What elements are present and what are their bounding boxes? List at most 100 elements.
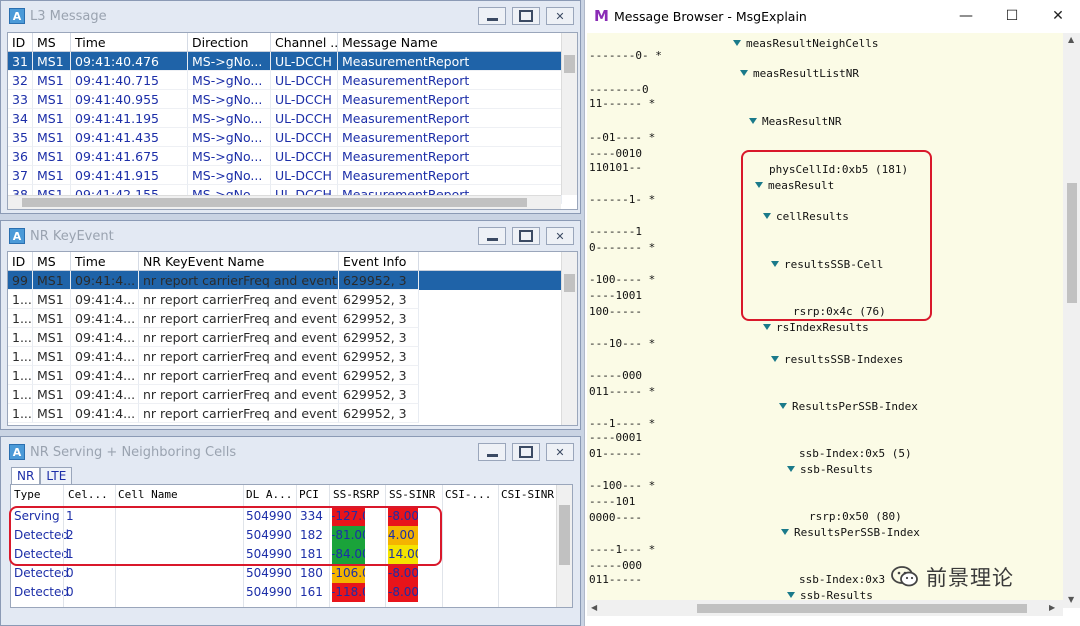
table-row[interactable]: 35 MS1 09:41:41.435 MS->gNo... UL-DCCH Measur…: [8, 128, 577, 147]
table-row[interactable]: 34 MS1 09:41:41.195 MS->gNo... UL-DCCH Measur…: [8, 109, 577, 128]
table-row[interactable]: 37 MS1 09:41:41.915 MS->gNo... UL-DCCH Measur…: [8, 166, 577, 185]
tree-node[interactable]: resultsSSB-Indexes: [771, 353, 903, 366]
table-cell: MS1: [33, 290, 71, 309]
expand-triangle-icon[interactable]: [749, 118, 757, 124]
table-row[interactable]: 1... MS1 09:41:4... nr report carrierFreq a…: [8, 328, 577, 347]
minimize-button[interactable]: —: [943, 0, 989, 32]
table-cell: MS1: [33, 271, 71, 290]
expand-triangle-icon[interactable]: [733, 40, 741, 46]
column-header[interactable]: Cell Name: [118, 486, 178, 504]
table-cell: 629952, 3: [339, 385, 419, 404]
column-header[interactable]: DL A...: [246, 486, 292, 504]
keyevent-titlebar[interactable]: A NR KeyEvent ✕: [1, 221, 580, 251]
column-header[interactable]: MS: [33, 252, 71, 270]
column-header[interactable]: Channel ...: [271, 33, 338, 51]
table-cell: MS->gNo...: [188, 166, 271, 185]
column-header[interactable]: Message Name: [338, 33, 562, 51]
table-cell: Detected: [14, 585, 70, 599]
close-icon: ✕: [555, 229, 565, 243]
table-row[interactable]: 32 MS1 09:41:40.715 MS->gNo... UL-DCCH Measur…: [8, 71, 577, 90]
column-header[interactable]: PCI: [299, 486, 319, 504]
tree-node[interactable]: measResultListNR: [740, 67, 859, 80]
minimize-icon: —: [959, 8, 973, 24]
table-cell: 09:41:41.915: [71, 166, 188, 185]
tab-nr[interactable]: NR: [11, 467, 41, 484]
table-row[interactable]: 1... MS1 09:41:4... nr report carrierFreq a…: [8, 404, 577, 423]
table-cell: 1...: [8, 328, 33, 347]
vertical-scrollbar[interactable]: [556, 485, 572, 607]
expand-triangle-icon[interactable]: [763, 324, 771, 330]
tree-node[interactable]: ResultsPerSSB-Index: [779, 400, 918, 413]
table-row[interactable]: 99 MS1 09:41:4... nr report carrierFreq and…: [8, 271, 577, 290]
close-button[interactable]: ✕: [1035, 0, 1080, 32]
expand-triangle-icon[interactable]: [779, 403, 787, 409]
tree-node[interactable]: rsIndexResults: [763, 321, 869, 334]
column-header[interactable]: Event Info: [339, 252, 419, 270]
column-header[interactable]: SS-SINR: [389, 486, 435, 504]
table-cell: MS1: [33, 71, 71, 90]
serving-titlebar[interactable]: A NR Serving + Neighboring Cells ✕: [1, 437, 580, 467]
table-row[interactable]: 33 MS1 09:41:40.955 MS->gNo... UL-DCCH Measur…: [8, 90, 577, 109]
column-header[interactable]: Direction: [188, 33, 271, 51]
tree-node[interactable]: ssb-Results: [787, 463, 873, 476]
column-header[interactable]: NR KeyEvent Name: [139, 252, 339, 270]
table-row[interactable]: 1... MS1 09:41:4... nr report carrierFreq a…: [8, 385, 577, 404]
table-row[interactable]: 36 MS1 09:41:41.675 MS->gNo... UL-DCCH Measur…: [8, 147, 577, 166]
table-cell: MS1: [33, 166, 71, 185]
vertical-scrollbar[interactable]: [561, 252, 577, 425]
maximize-button[interactable]: ☐: [989, 0, 1035, 32]
table-row[interactable]: 1... MS1 09:41:4... nr report carrierFreq a…: [8, 290, 577, 309]
table-row[interactable]: Detected0 504990 180 -106.00 -8.00: [11, 564, 571, 583]
browser-titlebar[interactable]: M Message Browser - MsgExplain — ☐ ✕: [585, 0, 1080, 32]
tree-node[interactable]: ResultsPerSSB-Index: [781, 526, 920, 539]
column-header[interactable]: Cel...: [68, 486, 108, 504]
maximize-button[interactable]: [512, 227, 540, 245]
expand-triangle-icon[interactable]: [787, 466, 795, 472]
table-row[interactable]: 1... MS1 09:41:4... nr report carrierFreq a…: [8, 347, 577, 366]
table-row[interactable]: Detected0 504990 161 -118.00 -8.00: [11, 583, 571, 602]
tree-node[interactable]: MeasResultNR: [749, 115, 841, 128]
table-cell: 504990: [246, 566, 292, 580]
vertical-scrollbar[interactable]: ▲ ▼: [1063, 33, 1080, 608]
bit-pattern: -------0- *: [589, 49, 662, 62]
tree-field: rsrp:0x50 (80): [809, 510, 902, 523]
tree-label: rsrp:0x50 (80): [809, 510, 902, 523]
minimize-button[interactable]: [478, 227, 506, 245]
table-cell: 629952, 3: [339, 328, 419, 347]
table-row[interactable]: 31 MS1 09:41:40.476 MS->gNo... UL-DCCH Measur…: [8, 52, 577, 71]
ss-rsrp-value: -118.00: [332, 585, 365, 599]
column-header[interactable]: MS: [33, 33, 71, 51]
app-icon: A: [9, 444, 25, 460]
column-header[interactable]: Time: [71, 33, 188, 51]
table-row[interactable]: 1... MS1 09:41:4... nr report carrierFreq a…: [8, 366, 577, 385]
table-cell: UL-DCCH: [271, 71, 338, 90]
tree-node[interactable]: measResultNeighCells: [733, 37, 878, 50]
expand-triangle-icon[interactable]: [787, 592, 795, 598]
maximize-button[interactable]: [512, 443, 540, 461]
horizontal-scrollbar[interactable]: [8, 195, 561, 209]
expand-triangle-icon[interactable]: [771, 356, 779, 362]
close-button[interactable]: ✕: [546, 7, 574, 25]
column-header[interactable]: SS-RSRP: [333, 486, 379, 504]
close-button[interactable]: ✕: [546, 227, 574, 245]
column-header[interactable]: CSI-...: [445, 486, 491, 504]
vertical-scrollbar[interactable]: [561, 33, 577, 195]
msgexplain-logo-icon: M: [594, 7, 609, 25]
column-header[interactable]: Time: [71, 252, 139, 270]
bit-pattern: ----1001: [589, 289, 642, 302]
close-button[interactable]: ✕: [546, 443, 574, 461]
column-header[interactable]: Type: [14, 486, 41, 504]
table-cell: MeasurementReport: [338, 128, 562, 147]
column-header[interactable]: ID: [8, 252, 33, 270]
l3-titlebar[interactable]: A L3 Message ✕: [1, 1, 580, 31]
expand-triangle-icon[interactable]: [781, 529, 789, 535]
expand-triangle-icon[interactable]: [740, 70, 748, 76]
maximize-button[interactable]: [512, 7, 540, 25]
minimize-button[interactable]: [478, 443, 506, 461]
tab-lte[interactable]: LTE: [40, 467, 73, 484]
column-header[interactable]: ID: [8, 33, 33, 51]
table-row[interactable]: 1... MS1 09:41:4... nr report carrierFreq a…: [8, 309, 577, 328]
column-header[interactable]: CSI-SINR: [501, 486, 554, 504]
minimize-button[interactable]: [478, 7, 506, 25]
horizontal-scrollbar[interactable]: ◀ ▶: [587, 600, 1063, 616]
